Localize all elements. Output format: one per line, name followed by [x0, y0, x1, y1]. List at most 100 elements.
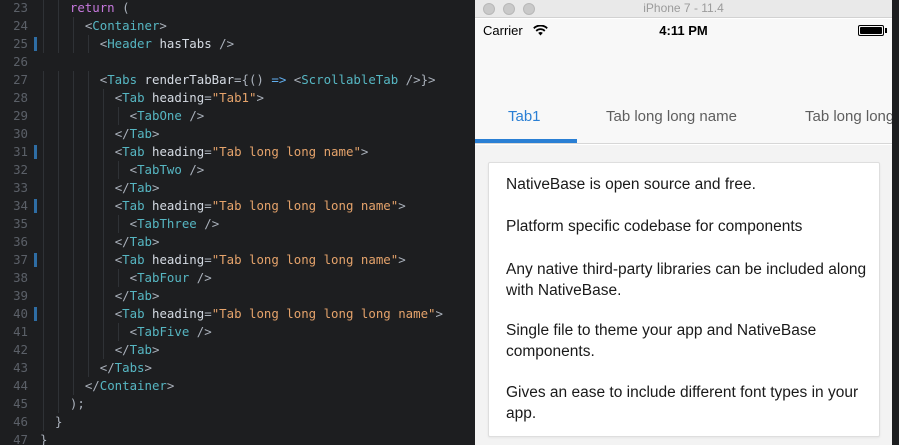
code-line[interactable]: 39 </Tab>: [0, 287, 475, 305]
code-text: }: [55, 413, 62, 431]
tab-long-long-name[interactable]: Tab long long long name: [805, 97, 892, 142]
card-item: Platform specific codebase for component…: [506, 218, 803, 235]
line-number: 47: [13, 432, 28, 445]
code-line[interactable]: 35 <TabThree />: [0, 215, 475, 233]
scrollable-tab-bar[interactable]: Tab1 Tab long long name Tab long long lo…: [475, 97, 892, 144]
indent-guide: [87, 125, 89, 143]
code-token: Tab: [129, 288, 152, 303]
code-token: Tab: [122, 252, 145, 267]
code-text: );: [70, 395, 85, 413]
code-text: </Tab>: [115, 287, 160, 305]
code-line[interactable]: 32 <TabTwo />: [0, 161, 475, 179]
code-line[interactable]: 25 <Header hasTabs />: [0, 35, 475, 53]
indent-guide: [43, 413, 44, 431]
code-line[interactable]: 29 <TabOne />: [0, 107, 475, 125]
indent-guide: [57, 305, 59, 323]
indent-guide: [43, 35, 44, 53]
line-number: 24: [13, 18, 28, 33]
indent-guide: [43, 161, 44, 179]
indent-guide: [72, 107, 74, 125]
code-text: </Tab>: [115, 233, 160, 251]
tab-long-name[interactable]: Tab long long name: [606, 97, 737, 142]
code-token: "Tab1": [211, 90, 257, 105]
app-header: [475, 41, 892, 97]
code-line[interactable]: 31 <Tab heading="Tab long long name">: [0, 143, 475, 161]
code-text: </Tabs>: [100, 359, 152, 377]
line-number: 45: [13, 396, 28, 411]
code-line[interactable]: 47}: [0, 431, 475, 445]
code-line[interactable]: 34 <Tab heading="Tab long long long name"…: [0, 197, 475, 215]
code-token: Tabs: [107, 72, 138, 87]
code-line[interactable]: 30 </Tab>: [0, 125, 475, 143]
indent-guide: [102, 305, 104, 323]
git-change-marker: [34, 37, 37, 51]
window-edge: [892, 0, 899, 445]
indent-guide: [57, 233, 59, 251]
indent-guide: [43, 269, 44, 287]
indent-guide: [102, 143, 104, 161]
code-line[interactable]: 44 </Container>: [0, 377, 475, 395]
indent-guide: [87, 215, 89, 233]
code-line[interactable]: 43 </Tabs>: [0, 359, 475, 377]
code-line[interactable]: 28 <Tab heading="Tab1">: [0, 89, 475, 107]
indent-guide: [43, 305, 44, 323]
code-token: />}>: [398, 72, 436, 87]
indent-guide: [87, 359, 89, 377]
indent-guide: [102, 125, 104, 143]
indent-guide: [43, 251, 44, 269]
indent-guide: [72, 305, 74, 323]
code-text: </Tab>: [115, 125, 160, 143]
code-token: Tab: [122, 90, 145, 105]
code-line[interactable]: 27 <Tabs renderTabBar={() => <ScrollableT…: [0, 71, 475, 89]
indent-guide: [43, 197, 44, 215]
code-token: heading: [144, 90, 205, 105]
code-token: hasTabs: [151, 36, 212, 51]
code-text: </Container>: [85, 377, 175, 395]
code-token: />: [211, 36, 235, 51]
card-item: Any native third-party libraries can be …: [506, 261, 867, 299]
line-number: 32: [13, 162, 28, 177]
code-token: >: [398, 198, 406, 213]
code-token: Tab: [122, 306, 145, 321]
indent-guide: [72, 359, 74, 377]
indent-guide: [117, 215, 119, 233]
indent-guide: [57, 179, 59, 197]
code-token: }: [40, 432, 48, 445]
code-token: <: [129, 162, 138, 177]
code-line[interactable]: 41 <TabFive />: [0, 323, 475, 341]
code-line[interactable]: 23 return (: [0, 0, 475, 17]
code-line[interactable]: 42 </Tab>: [0, 341, 475, 359]
code-token: >: [152, 342, 160, 357]
code-token: =: [204, 198, 212, 213]
code-token: Tab: [122, 144, 145, 159]
git-change-marker: [34, 145, 37, 159]
indent-guide: [43, 323, 44, 341]
code-line[interactable]: 26: [0, 53, 475, 71]
code-line[interactable]: 40 <Tab heading="Tab long long long long …: [0, 305, 475, 323]
code-editor[interactable]: 23 return (24 <Container> 25 <Header hasTabs…: [0, 0, 475, 445]
code-line[interactable]: 33 </Tab>: [0, 179, 475, 197]
code-line[interactable]: 24 <Container>: [0, 17, 475, 35]
code-token: TabOne: [137, 108, 182, 123]
indent-guide: [117, 269, 119, 287]
code-line[interactable]: 46}: [0, 413, 475, 431]
code-line[interactable]: 37 <Tab heading="Tab long long long name"…: [0, 251, 475, 269]
code-token: =>: [271, 72, 287, 87]
code-text: <TabFour />: [130, 269, 212, 287]
code-token: =: [204, 252, 212, 267]
code-text: <Tab heading="Tab long long name">: [115, 143, 369, 161]
indent-guide: [87, 251, 89, 269]
indent-guide: [72, 341, 74, 359]
indent-guide: [43, 179, 44, 197]
code-token: >: [166, 378, 175, 393]
code-token: =: [204, 306, 212, 321]
battery-cap: [885, 28, 887, 33]
code-token: ={(): [234, 72, 272, 87]
code-text: }: [40, 431, 47, 445]
line-number: 37: [13, 252, 28, 267]
tab-tab1[interactable]: Tab1: [508, 97, 541, 142]
code-line[interactable]: 38 <TabFour />: [0, 269, 475, 287]
indent-guide: [43, 395, 44, 413]
code-line[interactable]: 45);: [0, 395, 475, 413]
code-line[interactable]: 36 </Tab>: [0, 233, 475, 251]
